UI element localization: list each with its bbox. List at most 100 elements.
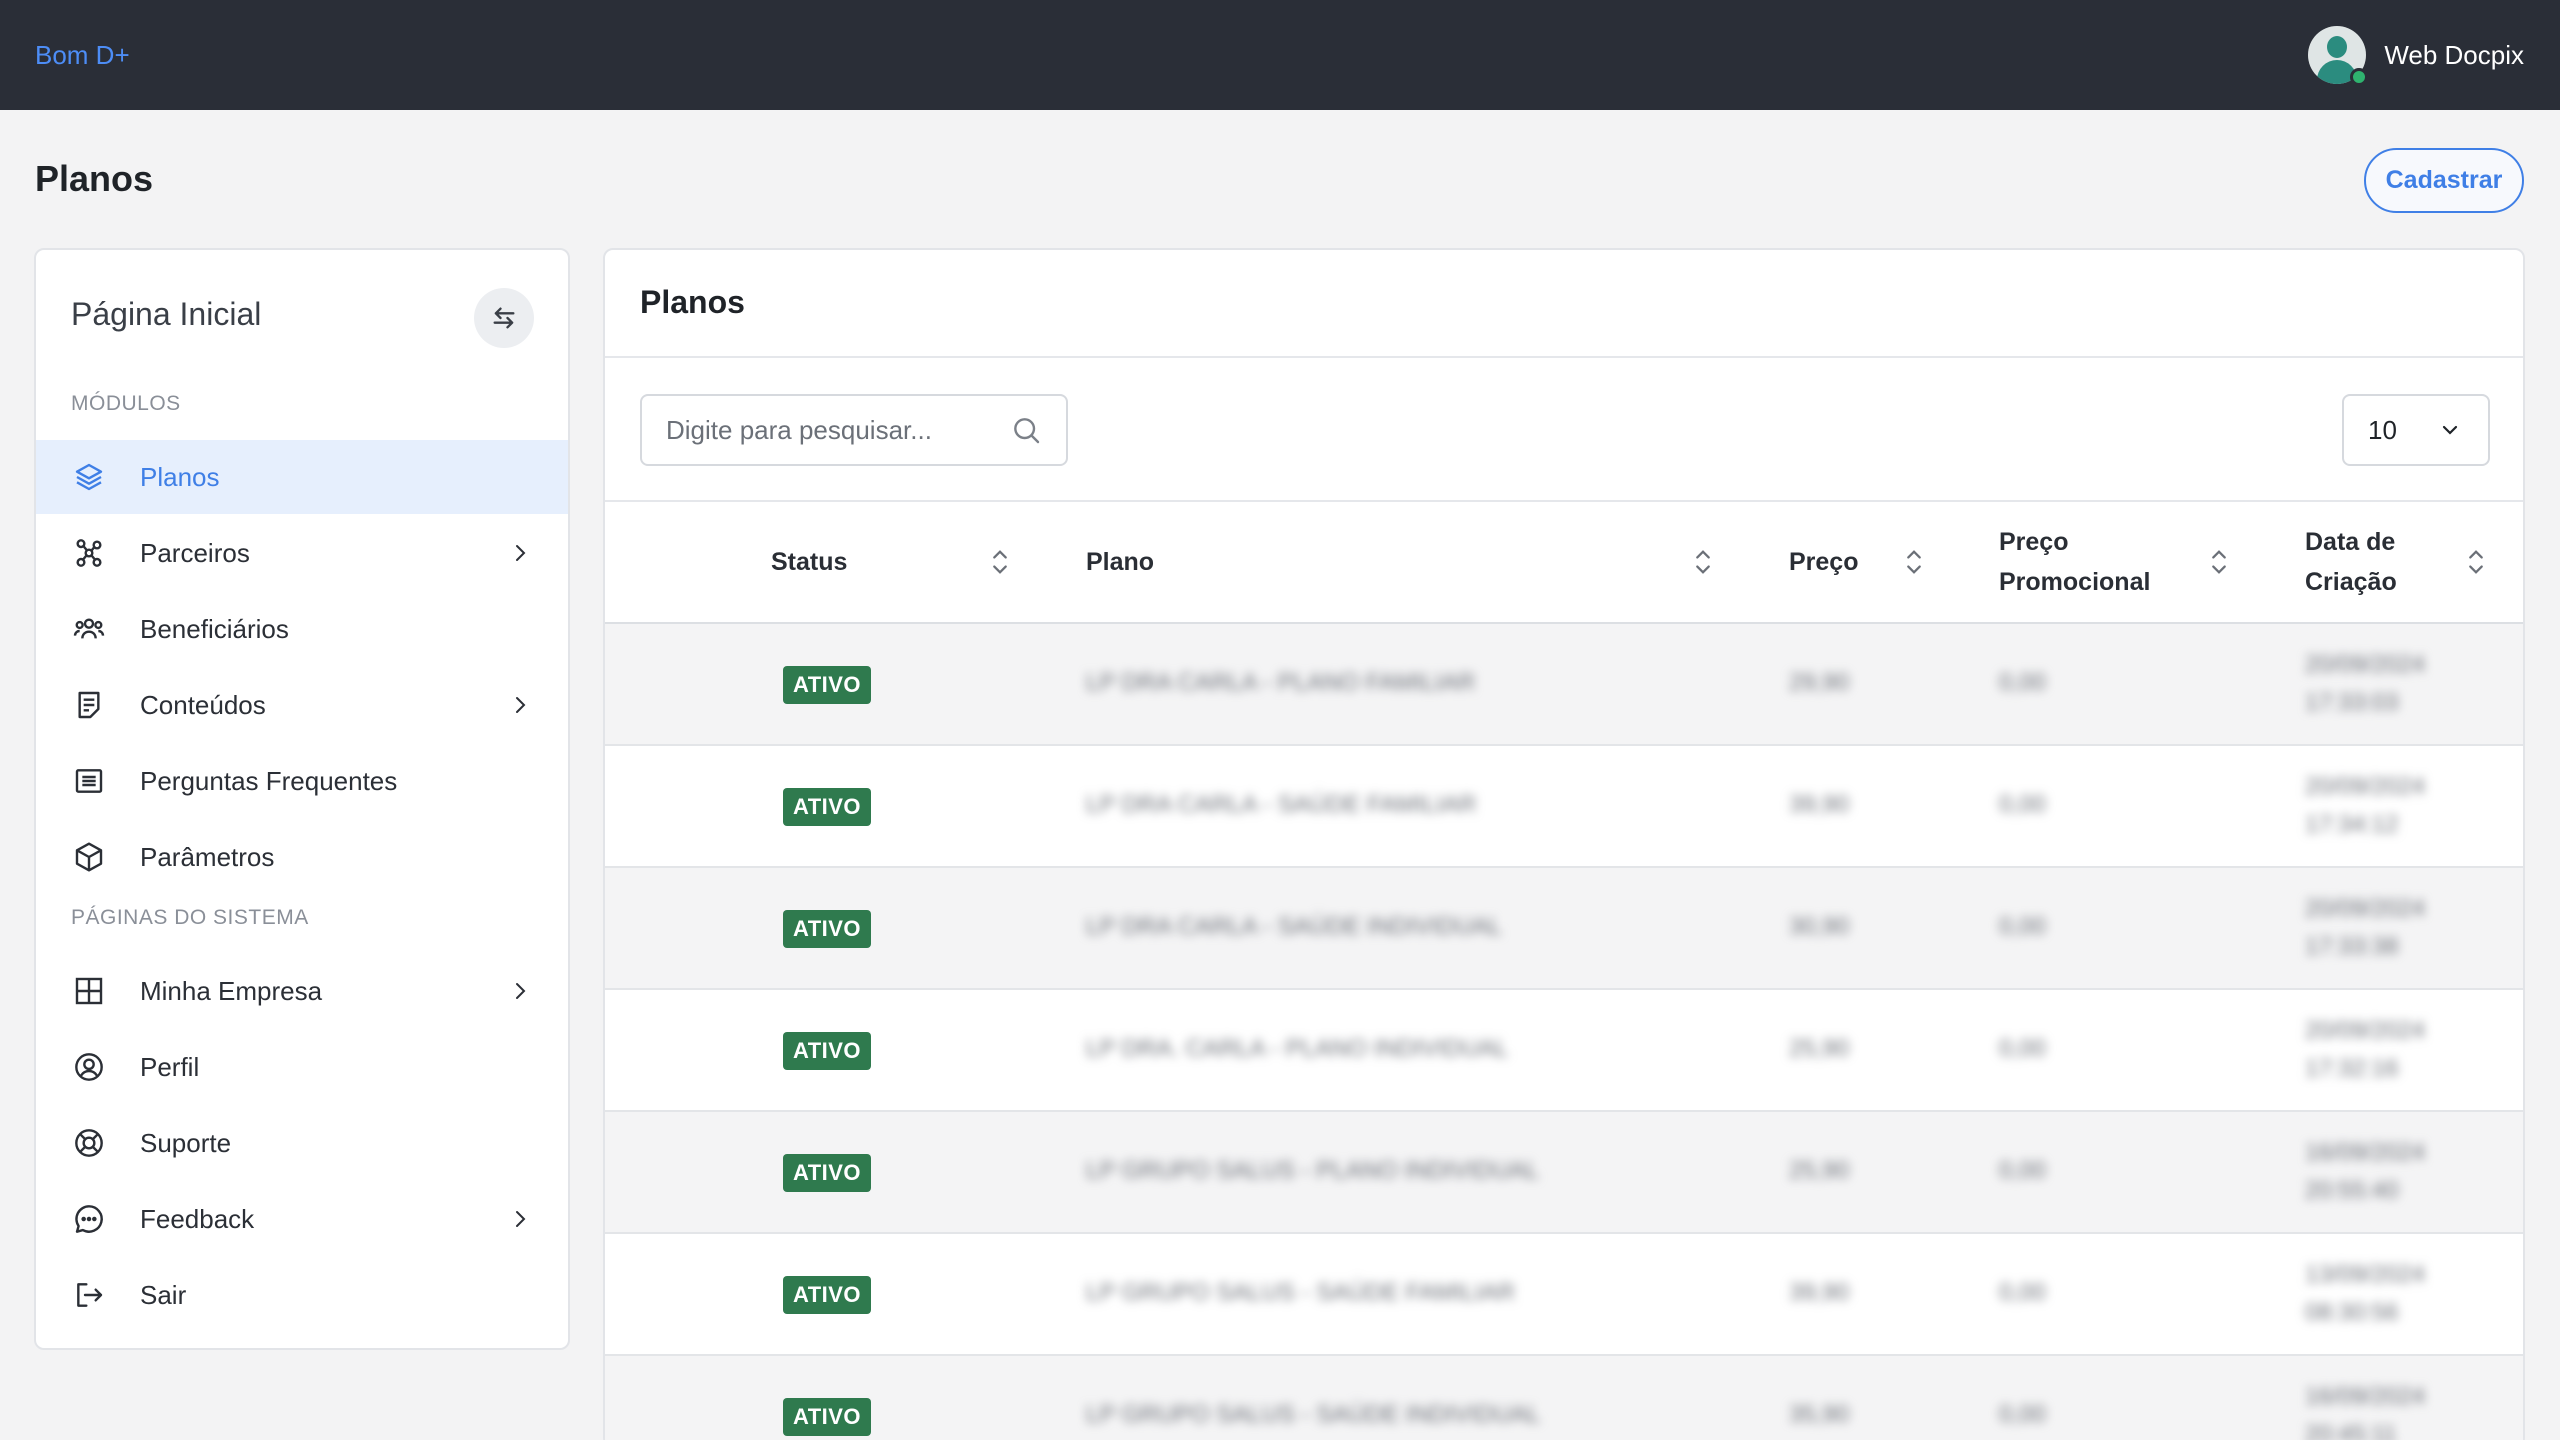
cadastrar-button[interactable]: Cadastrar [2364, 148, 2524, 213]
status-badge: ATIVO [783, 1398, 871, 1436]
sidebar-item-minha-empresa[interactable]: Minha Empresa [36, 954, 568, 1028]
table-row[interactable]: ATIVO LP DRA CARLA - SAÚDE FAMILIAR 39,9… [605, 746, 2523, 868]
created-date: 13/09/2024 [2305, 1261, 2426, 1288]
user-name: Web Docpix [2384, 39, 2524, 70]
sort-icon[interactable] [1900, 546, 1928, 578]
lifebuoy-icon [70, 1124, 108, 1162]
sidebar-title: Página Inicial [71, 296, 262, 332]
avatar[interactable] [2308, 26, 2369, 86]
created-date: 16/09/2024 [2305, 1139, 2426, 1166]
table-row[interactable]: ATIVO LP DRA CARLA - PLANO FAMILIAR 29,9… [605, 624, 2523, 746]
sidebar-item-sair[interactable]: Sair [36, 1258, 568, 1332]
created-date: 20/09/2024 [2305, 773, 2426, 800]
created-time: 17:32:16 [2305, 1055, 2399, 1082]
status-badge: ATIVO [783, 1276, 871, 1314]
chevron-right-icon [516, 983, 526, 999]
column-header-preco[interactable]: Preço [1789, 502, 1858, 622]
column-header-plano[interactable]: Plano [1086, 502, 1154, 622]
sidebar-item-label: Minha Empresa [140, 975, 323, 1006]
sidebar-item-planos[interactable]: Planos [36, 440, 568, 514]
plan-name: LP GRUPO SALUS - SAÚDE FAMILIAR [1086, 1279, 1516, 1306]
sidebar-item-conteudos[interactable]: Conteúdos [36, 668, 568, 742]
sidebar: Página Inicial MÓDULOS Planos Parceiros … [34, 248, 570, 1350]
search-icon[interactable] [1010, 414, 1042, 446]
created-time: 17:33:03 [2305, 689, 2399, 716]
plan-name: LP DRA CARLA - PLANO FAMILIAR [1086, 669, 1476, 696]
list-icon [70, 762, 108, 800]
cube-icon [70, 838, 108, 876]
price: 39,90 [1789, 1279, 1850, 1306]
chevron-right-icon [516, 1211, 526, 1227]
sort-icon[interactable] [1689, 546, 1717, 578]
sidebar-item-label: Perguntas Frequentes [140, 765, 398, 796]
online-status-dot [2350, 68, 2369, 86]
layers-icon [70, 458, 108, 496]
price: 39,90 [1789, 791, 1850, 818]
table-row[interactable]: ATIVO LP GRUPO SALUS - SAÚDE FAMILIAR 39… [605, 1234, 2523, 1356]
swap-arrows-icon [493, 307, 515, 329]
status-badge: ATIVO [783, 666, 871, 704]
promo-price: 0,00 [1999, 791, 2046, 818]
status-badge: ATIVO [783, 1032, 871, 1070]
sidebar-item-label: Planos [140, 461, 220, 492]
price: 25,90 [1789, 1157, 1850, 1184]
sidebar-toggle-button[interactable] [474, 288, 534, 348]
sidebar-item-suporte[interactable]: Suporte [36, 1106, 568, 1180]
plan-name: LP GRUPO SALUS - SAÚDE INDIVIDUAL [1086, 1401, 1541, 1428]
plan-name: LP DRA CARLA - SAÚDE INDIVIDUAL [1086, 913, 1502, 940]
sort-icon[interactable] [2462, 546, 2490, 578]
plan-name: LP DRA. CARLA - PLANO INDIVIDUAL [1086, 1035, 1509, 1062]
network-icon [70, 534, 108, 572]
document-icon [70, 686, 108, 724]
created-date: 20/09/2024 [2305, 651, 2426, 678]
promo-price: 0,00 [1999, 1035, 2046, 1062]
page-title: Planos [35, 158, 154, 199]
grid-icon [70, 972, 108, 1010]
sort-icon[interactable] [986, 546, 1014, 578]
search-box[interactable] [640, 394, 1068, 466]
user-circle-icon [70, 1048, 108, 1086]
sidebar-item-perguntas-frequentes[interactable]: Perguntas Frequentes [36, 744, 568, 818]
sidebar-item-feedback[interactable]: Feedback [36, 1182, 568, 1256]
table-row[interactable]: ATIVO LP GRUPO SALUS - SAÚDE INDIVIDUAL … [605, 1356, 2523, 1440]
created-time: 17:33:38 [2305, 933, 2399, 960]
sort-icon[interactable] [2205, 546, 2233, 578]
sidebar-item-label: Conteúdos [140, 689, 266, 720]
table-row[interactable]: ATIVO LP DRA. CARLA - PLANO INDIVIDUAL 2… [605, 990, 2523, 1112]
user-menu[interactable]: Web Docpix [2308, 26, 2524, 86]
chevron-down-icon [2442, 425, 2458, 435]
sidebar-item-label: Beneficiários [140, 613, 289, 644]
sidebar-item-beneficiarios[interactable]: Beneficiários [36, 592, 568, 666]
page-size-select[interactable]: 10 [2342, 394, 2490, 466]
sidebar-item-label: Feedback [140, 1203, 255, 1234]
chevron-right-icon [516, 545, 526, 561]
promo-price: 0,00 [1999, 669, 2046, 696]
created-date: 20/09/2024 [2305, 895, 2426, 922]
created-time: 20:45:11 [2305, 1421, 2397, 1440]
sidebar-item-perfil[interactable]: Perfil [36, 1030, 568, 1104]
sidebar-item-label: Parceiros [140, 537, 250, 568]
table-header: Status Plano Preço Preço Promocional Data… [605, 500, 2523, 624]
promo-price: 0,00 [1999, 1279, 2046, 1306]
search-input[interactable] [666, 414, 1010, 446]
users-icon [70, 610, 108, 648]
sidebar-item-parceiros[interactable]: Parceiros [36, 516, 568, 590]
sidebar-section-system: PÁGINAS DO SISTEMA [71, 906, 309, 929]
page-size-value: 10 [2368, 414, 2397, 445]
column-header-data-criacao[interactable]: Data de Criação [2305, 502, 2397, 622]
sidebar-item-label: Parâmetros [140, 841, 275, 872]
created-date: 16/09/2024 [2305, 1383, 2426, 1410]
created-time: 08:30:56 [2305, 1299, 2399, 1326]
top-bar: Bom D+ Web Docpix [0, 0, 2560, 110]
status-badge: ATIVO [783, 788, 871, 826]
sidebar-item-label: Suporte [140, 1127, 232, 1158]
price: 30,90 [1789, 913, 1850, 940]
column-header-preco-promocional[interactable]: Preço Promocional [1999, 502, 2150, 622]
table-row[interactable]: ATIVO LP DRA CARLA - SAÚDE INDIVIDUAL 30… [605, 868, 2523, 990]
sidebar-item-parametros[interactable]: Parâmetros [36, 820, 568, 894]
table-row[interactable]: ATIVO LP GRUPO SALUS - PLANO INDIVIDUAL … [605, 1112, 2523, 1234]
sidebar-section-modules: MÓDULOS [71, 392, 181, 415]
column-header-status[interactable]: Status [771, 502, 847, 622]
brand-link[interactable]: Bom D+ [35, 40, 130, 71]
logout-icon [70, 1276, 108, 1314]
